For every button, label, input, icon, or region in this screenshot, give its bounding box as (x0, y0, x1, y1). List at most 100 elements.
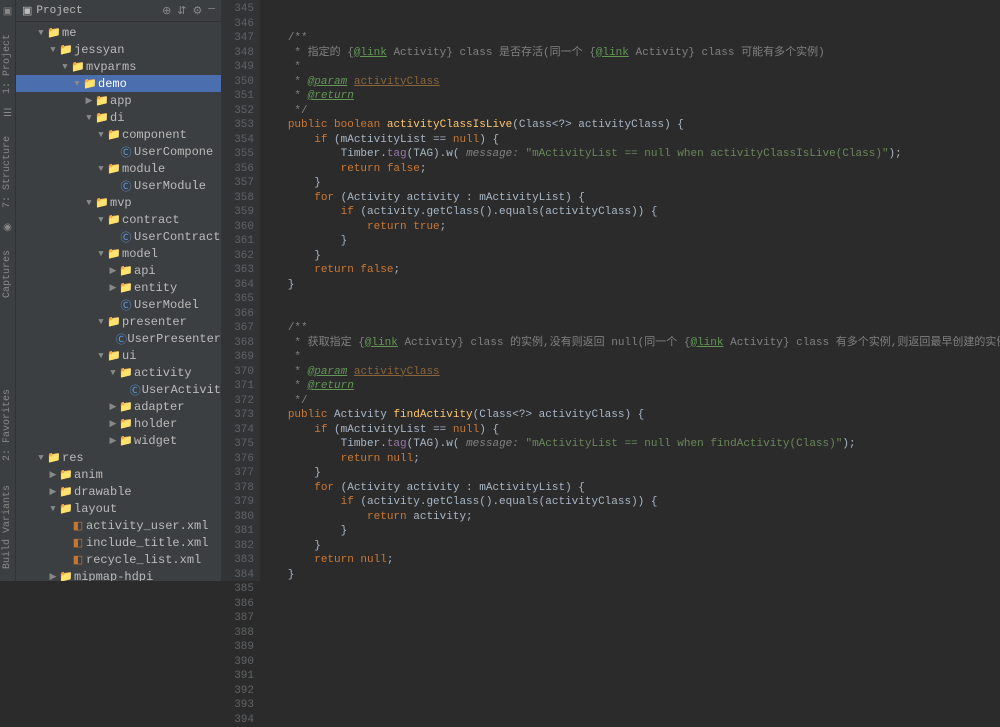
tree-node[interactable]: ▶📁holder (16, 415, 221, 432)
gear-icon[interactable]: ⚙ (193, 4, 203, 18)
tree-node[interactable]: ▶📁entity (16, 279, 221, 296)
tree-label: include_title.xml (86, 536, 208, 550)
project-tree[interactable]: ▼📁me▼📁jessyan▼📁mvparms▼📁demo▶📁app▼📁di▼📁c… (16, 22, 221, 581)
tree-node[interactable]: ▼📁demo (16, 75, 221, 92)
tree-node[interactable]: ▶📁adapter (16, 398, 221, 415)
tree-label: widget (134, 434, 177, 448)
tree-node[interactable]: ▼📁presenter (16, 313, 221, 330)
target-icon[interactable]: ⊕ (162, 4, 171, 18)
tree-node[interactable]: ◧recycle_list.xml (16, 551, 221, 568)
tree-label: me (62, 26, 76, 40)
sidebar-title[interactable]: ▣Project (22, 4, 162, 18)
project-tab[interactable]: 1: Project (0, 30, 15, 98)
tree-node[interactable]: ⒸUserModule (16, 177, 221, 194)
project-sidebar: ▣Project ⊕ ⇵ ⚙ ─ ▼📁me▼📁jessyan▼📁mvparms▼… (16, 0, 222, 581)
code-area[interactable]: /** * 指定的 {@link Activity} class 是否存活(同一… (260, 0, 1000, 581)
tree-node[interactable]: ⒸUserCompone (16, 143, 221, 160)
tree-label: presenter (122, 315, 187, 329)
favorites-tab[interactable]: 2: Favorites (0, 385, 15, 465)
folder-icon: 📁 (106, 213, 122, 227)
tree-label: api (134, 264, 156, 278)
folder-icon: 📁 (94, 196, 110, 210)
tree-label: activity (134, 366, 192, 380)
tree-node[interactable]: ▼📁module (16, 160, 221, 177)
class-icon: Ⓒ (115, 331, 127, 347)
tree-node[interactable]: ⒸUserModel (16, 296, 221, 313)
tree-label: component (122, 128, 187, 142)
tree-label: mipmap-hdpi (74, 570, 153, 582)
tree-node[interactable]: ▼📁contract (16, 211, 221, 228)
folder-icon: 📁 (70, 60, 86, 74)
chevron-icon: ▼ (48, 504, 58, 514)
tree-label: activity_user.xml (86, 519, 208, 533)
tree-node[interactable]: ▶📁app (16, 92, 221, 109)
tree-node[interactable]: ▶📁anim (16, 466, 221, 483)
xml-icon: ◧ (70, 553, 86, 567)
structure-icon[interactable]: ☰ (1, 108, 15, 122)
chevron-icon: ▼ (84, 198, 94, 208)
hide-icon[interactable]: ─ (208, 4, 215, 18)
tree-node[interactable]: ▶📁api (16, 262, 221, 279)
tree-label: jessyan (74, 43, 124, 57)
tree-node[interactable]: ⒸUserPresenter (16, 330, 221, 347)
tree-node[interactable]: ▼📁me (16, 24, 221, 41)
chevron-icon: ▶ (108, 266, 118, 276)
tree-label: holder (134, 417, 177, 431)
project-icon[interactable]: ▣ (1, 6, 15, 20)
chevron-icon: ▼ (96, 317, 106, 327)
tree-node[interactable]: ▼📁di (16, 109, 221, 126)
tree-node[interactable]: ▼📁mvp (16, 194, 221, 211)
folder-icon: 📁 (106, 247, 122, 261)
tree-label: UserModule (134, 179, 206, 193)
folder-icon: 📁 (58, 43, 74, 57)
folder-icon: 📁 (106, 128, 122, 142)
folder-icon: 📁 (94, 94, 110, 108)
tree-node[interactable]: ⒸUserContract (16, 228, 221, 245)
sidebar-header: ▣Project ⊕ ⇵ ⚙ ─ (16, 0, 221, 22)
folder-icon: 📁 (118, 434, 134, 448)
tree-node[interactable]: ▼📁ui (16, 347, 221, 364)
chevron-icon: ▶ (108, 402, 118, 412)
tree-node[interactable]: ▶📁drawable (16, 483, 221, 500)
tree-label: di (110, 111, 124, 125)
build-variants-tab[interactable]: Build Variants (0, 481, 15, 573)
tree-node[interactable]: ▼📁res (16, 449, 221, 466)
tree-label: mvparms (86, 60, 136, 74)
tree-node[interactable]: ▼📁activity (16, 364, 221, 381)
chevron-icon: ▶ (84, 96, 94, 106)
tree-label: UserCompone (134, 145, 213, 159)
chevron-icon: ▶ (48, 572, 58, 582)
folder-icon: 📁 (118, 366, 134, 380)
folder-icon: 📁 (106, 349, 122, 363)
tree-node[interactable]: ▶📁widget (16, 432, 221, 449)
tree-label: demo (98, 77, 127, 91)
collapse-icon[interactable]: ⇵ (177, 4, 186, 18)
folder-icon: 📁 (58, 468, 74, 482)
captures-icon[interactable]: ◉ (1, 222, 15, 236)
tree-node[interactable]: ▼📁component (16, 126, 221, 143)
chevron-icon: ▼ (72, 79, 82, 89)
chevron-icon: ▶ (108, 436, 118, 446)
tree-label: adapter (134, 400, 184, 414)
chevron-icon: ▶ (108, 419, 118, 429)
folder-icon: 📁 (118, 264, 134, 278)
tree-node[interactable]: ⒸUserActivit (16, 381, 221, 398)
captures-tab[interactable]: Captures (0, 246, 15, 302)
tree-node[interactable]: ▼📁layout (16, 500, 221, 517)
tree-node[interactable]: ▼📁jessyan (16, 41, 221, 58)
tree-node[interactable]: ◧include_title.xml (16, 534, 221, 551)
class-icon: Ⓒ (118, 178, 134, 194)
tree-node[interactable]: ▶📁mipmap-hdpi (16, 568, 221, 581)
tree-node[interactable]: ▼📁model (16, 245, 221, 262)
chevron-icon: ▼ (48, 45, 58, 55)
tree-node[interactable]: ▼📁mvparms (16, 58, 221, 75)
chevron-icon: ▶ (108, 283, 118, 293)
folder-icon: 📁 (58, 502, 74, 516)
tree-label: contract (122, 213, 180, 227)
folder-icon: 📁 (118, 400, 134, 414)
tree-label: UserPresenter (127, 332, 221, 346)
tree-label: UserContract (134, 230, 220, 244)
folder-icon: 📁 (46, 451, 62, 465)
structure-tab[interactable]: 7: Structure (0, 132, 15, 212)
tree-node[interactable]: ◧activity_user.xml (16, 517, 221, 534)
